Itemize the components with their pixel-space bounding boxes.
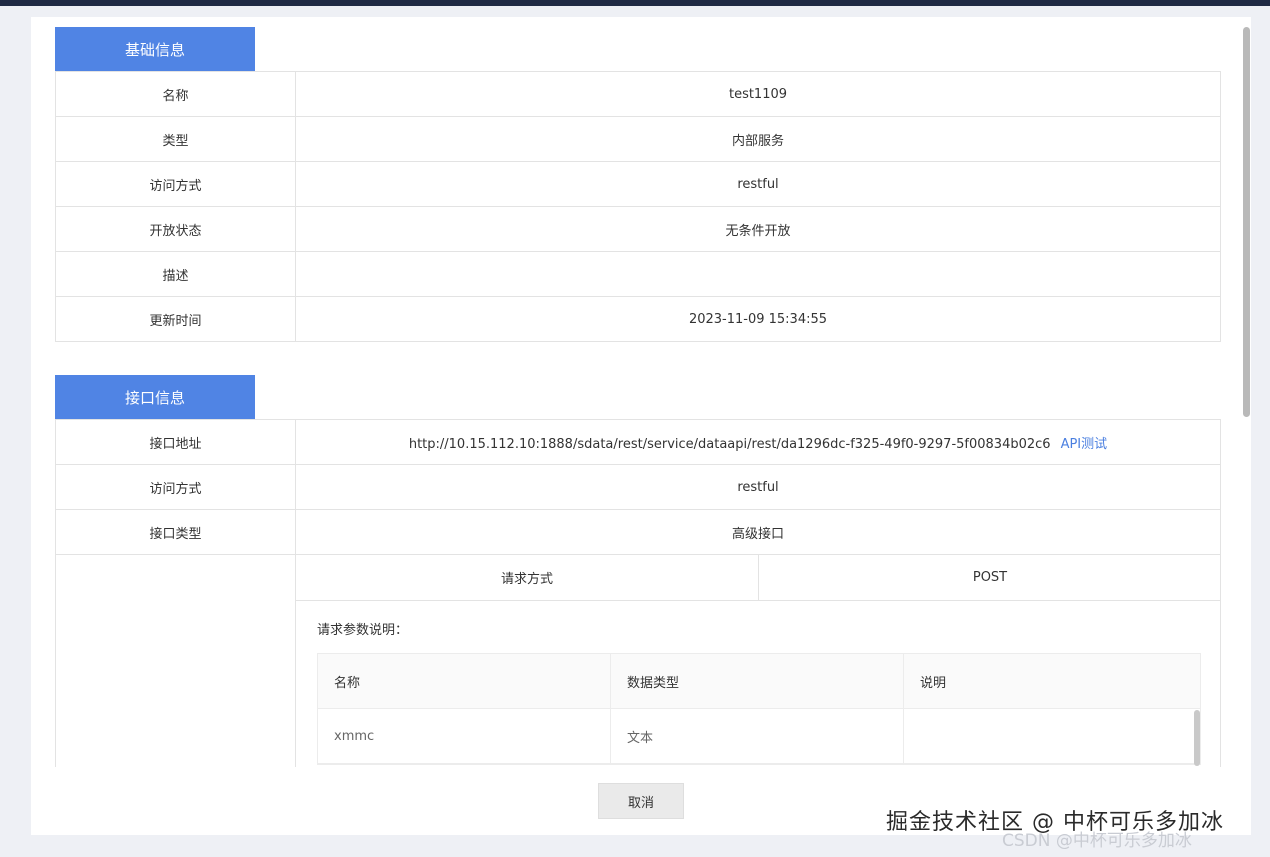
row-value-status: 无条件开放 [295,206,1221,252]
api-test-link[interactable]: API测试 [1061,437,1108,452]
table-row: xmmc 文本 [318,709,1200,764]
params-header-row: 名称 数据类型 说明 [318,654,1200,709]
api-address-text: http://10.15.112.10:1888/sdata/rest/serv… [408,436,1051,452]
basic-info-table: 名称 test1109 类型 内部服务 访问方式 restful 开放状态 无条件开放 … [55,71,1221,342]
row-label-api-access: 访问方式 [55,464,296,510]
params-table[interactable]: 名称 数据类型 说明 xmmc 文本 [317,653,1201,766]
table-row: 接口类型 高级接口 [55,509,1221,555]
basic-info-tab: 基础信息 [55,27,255,71]
request-method-row: 请求方式 POST [296,555,1221,601]
row-value-address: http://10.15.112.10:1888/sdata/rest/serv… [295,419,1221,465]
request-detail-label-cell [56,555,296,767]
param-desc [904,709,1197,763]
request-method-value: POST [972,570,1008,585]
row-label-api-type: 接口类型 [55,509,296,555]
row-label-status: 开放状态 [55,206,296,252]
row-value-api-access: restful [295,464,1221,510]
api-info-tab: 接口信息 [55,375,255,419]
detail-panel: 基础信息 名称 test1109 类型 内部服务 访问方式 restful 开放状态无… [31,17,1251,835]
table-row: 描述 [55,251,1221,297]
param-name: xmmc [318,709,611,763]
request-detail-row: 请求方式 POST 请求参数说明： 名称 数据类型 说明 xmmc 文本 [55,555,1221,767]
detail-scroll-area[interactable]: 基础信息 名称 test1109 类型 内部服务 访问方式 restful 开放状态无… [31,17,1251,767]
row-value-type: 内部服务 [295,116,1221,162]
cancel-button[interactable]: 取消 [598,783,684,819]
row-label-description: 描述 [55,251,296,297]
params-header-name: 名称 [318,654,611,708]
row-value-api-type: 高级接口 [295,509,1221,555]
table-row: 接口地址 http://10.15.112.10:1888/sdata/rest… [55,419,1221,465]
table-row: 开放状态 无条件开放 [55,206,1221,252]
params-header-desc: 说明 [920,675,947,691]
row-label-updated: 更新时间 [55,296,296,342]
table-row: 名称 test1109 [55,71,1221,117]
row-value-name: test1109 [295,71,1221,117]
request-method-label: 请求方式 [296,555,759,600]
api-info-table: 接口地址 http://10.15.112.10:1888/sdata/rest… [55,419,1221,555]
row-value-description [295,251,1221,297]
row-label-name: 名称 [55,71,296,117]
table-row: 访问方式 restful [55,161,1221,207]
row-label-type: 类型 [55,116,296,162]
row-label-access: 访问方式 [55,161,296,207]
row-value-updated: 2023-11-09 15:34:55 [295,296,1221,342]
table-row: 更新时间 2023-11-09 15:34:55 [55,296,1221,342]
watermark-main: 掘金技术社区 @ 中杯可乐多加冰 [886,810,1224,835]
params-scrollbar[interactable] [1194,710,1200,766]
params-title: 请求参数说明： [317,623,409,638]
row-label-address: 接口地址 [55,419,296,465]
top-bar [0,0,1270,6]
param-type: 文本 [611,709,904,763]
table-row: 类型 内部服务 [55,116,1221,162]
params-header-type: 数据类型 [611,654,904,708]
row-value-access: restful [295,161,1221,207]
page-scrollbar[interactable] [1243,27,1250,417]
table-row: 访问方式 restful [55,464,1221,510]
